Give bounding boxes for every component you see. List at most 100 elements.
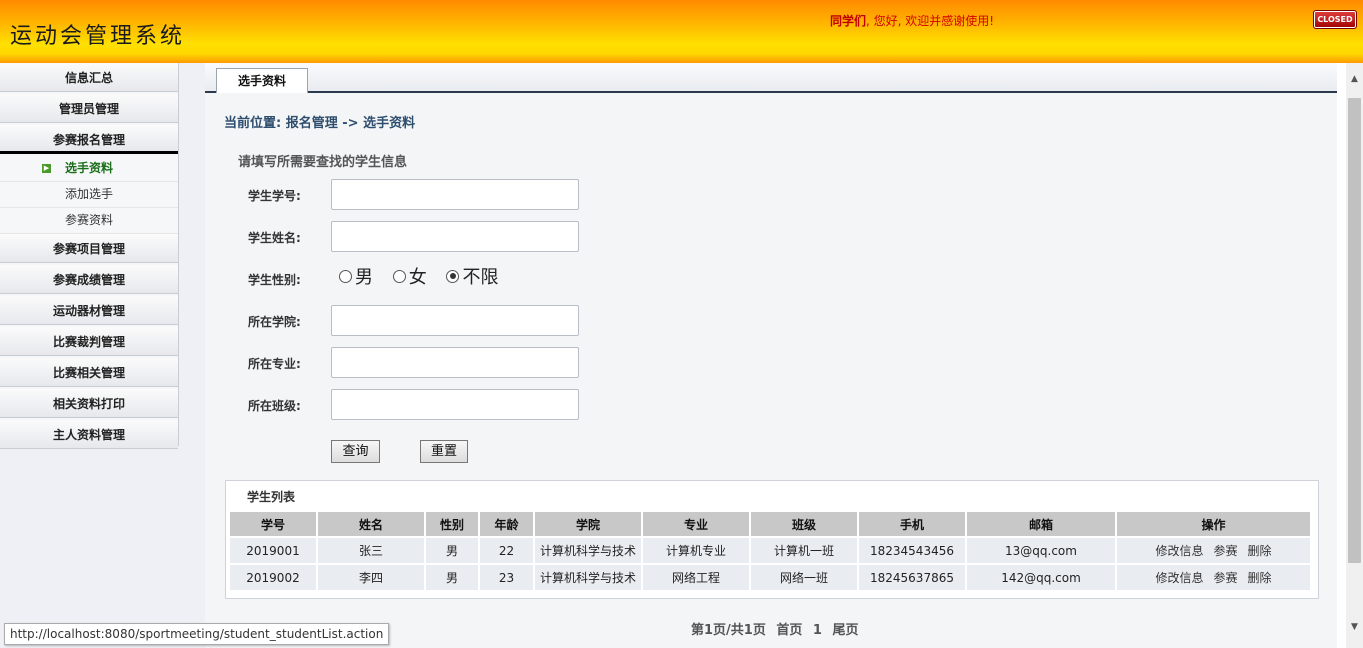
student-name-label: 学生姓名: xyxy=(248,231,301,245)
main-content: 当前位置: 报名管理 -> 选手资料 请填写所需要查找的学生信息 学生学号: 学… xyxy=(205,93,1337,648)
major-input[interactable] xyxy=(331,347,579,378)
sidebar-item-owner-profile[interactable]: 主人资料管理 xyxy=(0,420,178,449)
scroll-up-icon[interactable]: ▲ xyxy=(1346,71,1363,88)
edit-info-link[interactable]: 修改信息 xyxy=(1155,571,1203,585)
column-header: 操作 xyxy=(1117,512,1310,536)
cell-class: 计算机一班 xyxy=(751,538,857,563)
close-button[interactable]: CLOSED xyxy=(1313,10,1357,29)
cell-student-id: 2019002 xyxy=(230,565,316,590)
table-row: 2019001 张三 男 22 计算机科学与技术 计算机专业 计算机一班 182… xyxy=(230,538,1310,563)
student-list-panel: 学生列表 学号 姓名 性别 年龄 学院 专业 班级 手机 邮箱 操作 20190… xyxy=(225,480,1319,599)
sidebar-item-referee-management[interactable]: 比赛裁判管理 xyxy=(0,327,178,356)
cell-email: 13@qq.com xyxy=(967,538,1115,563)
gender-option-label: 男 xyxy=(355,267,373,288)
class-label: 所在班级: xyxy=(248,399,301,413)
radio-icon xyxy=(392,269,406,283)
sidebar-subitem-add-athlete[interactable]: 添加选手 xyxy=(0,182,178,208)
sidebar-item-results-management[interactable]: 参赛成绩管理 xyxy=(0,265,178,294)
gender-option-label: 女 xyxy=(408,267,427,288)
student-name-input[interactable] xyxy=(331,221,579,252)
cell-age: 23 xyxy=(480,565,533,590)
reset-button[interactable]: 重置 xyxy=(420,440,468,463)
student-list-title: 学生列表 xyxy=(247,490,296,504)
breadcrumb: 当前位置: 报名管理 -> 选手资料 xyxy=(224,116,416,131)
sidebar-subitem-entry-info[interactable]: 参赛资料 xyxy=(0,208,178,234)
column-header: 班级 xyxy=(751,512,857,536)
edit-info-link[interactable]: 修改信息 xyxy=(1155,544,1203,558)
college-input[interactable] xyxy=(331,305,579,336)
cell-phone: 18245637865 xyxy=(859,565,965,590)
arrow-right-icon: ▶ xyxy=(42,164,51,173)
sidebar-item-registration-management[interactable]: 参赛报名管理 xyxy=(0,125,178,154)
welcome-text: , 您好, 欢迎并感谢使用! xyxy=(866,14,995,28)
enroll-link[interactable]: 参赛 xyxy=(1213,544,1237,558)
tab-athlete-profile[interactable]: 选手资料 xyxy=(216,68,308,93)
pagination: 第1页/共1页 首页 1 尾页 xyxy=(691,619,865,638)
student-table: 学号 姓名 性别 年龄 学院 专业 班级 手机 邮箱 操作 2019001 张三… xyxy=(228,510,1312,592)
cell-gender: 男 xyxy=(426,565,478,590)
vertical-scrollbar[interactable]: ▲ ▼ xyxy=(1346,63,1363,648)
cell-major: 网络工程 xyxy=(643,565,749,590)
column-header: 学院 xyxy=(535,512,641,536)
column-header: 姓名 xyxy=(318,512,424,536)
sidebar-item-event-management[interactable]: 参赛项目管理 xyxy=(0,234,178,263)
column-header: 性别 xyxy=(426,512,478,536)
first-page-link[interactable]: 首页 xyxy=(776,623,802,638)
class-input[interactable] xyxy=(331,389,579,420)
app-header: 运动会管理系统 同学们, 您好, 欢迎并感谢使用! CLOSED xyxy=(0,0,1363,63)
sidebar-item-info-summary[interactable]: 信息汇总 xyxy=(0,63,178,92)
sidebar-item-print-materials[interactable]: 相关资料打印 xyxy=(0,389,178,418)
cell-student-id: 2019001 xyxy=(230,538,316,563)
column-header: 年龄 xyxy=(480,512,533,536)
scroll-down-icon[interactable]: ▼ xyxy=(1346,619,1363,636)
column-header: 专业 xyxy=(643,512,749,536)
status-url-tooltip: http://localhost:8080/sportmeeting/stude… xyxy=(4,623,390,645)
query-button[interactable]: 查询 xyxy=(331,440,380,463)
sidebar-item-match-management[interactable]: 比赛相关管理 xyxy=(0,358,178,387)
sidebar-subitem-athlete-profile[interactable]: ▶ 选手资料 xyxy=(0,156,178,182)
cell-name: 李四 xyxy=(318,565,424,590)
sidebar-item-admin-management[interactable]: 管理员管理 xyxy=(0,94,178,123)
cell-operations: 修改信息 参赛 删除 xyxy=(1117,565,1310,590)
cell-operations: 修改信息 参赛 删除 xyxy=(1117,538,1310,563)
student-id-input[interactable] xyxy=(331,179,579,210)
cell-class: 网络一班 xyxy=(751,565,857,590)
column-header: 邮箱 xyxy=(967,512,1115,536)
gender-option-female[interactable]: 女 xyxy=(392,263,427,289)
current-page-link[interactable]: 1 xyxy=(813,623,822,638)
gender-option-label: 不限 xyxy=(462,267,499,288)
major-label: 所在专业: xyxy=(248,357,301,371)
sidebar-subitem-label: 选手资料 xyxy=(64,161,113,175)
cell-phone: 18234543456 xyxy=(859,538,965,563)
search-form-caption: 请填写所需要查找的学生信息 xyxy=(238,155,408,170)
table-header-row: 学号 姓名 性别 年龄 学院 专业 班级 手机 邮箱 操作 xyxy=(230,512,1310,536)
cell-gender: 男 xyxy=(426,538,478,563)
enroll-link[interactable]: 参赛 xyxy=(1213,571,1237,585)
cell-age: 22 xyxy=(480,538,533,563)
page-info: 第1页/共1页 xyxy=(691,623,766,638)
tab-bar: 选手资料 xyxy=(205,63,1337,93)
table-row: 2019002 李四 男 23 计算机科学与技术 网络工程 网络一班 18245… xyxy=(230,565,1310,590)
app-title: 运动会管理系统 xyxy=(10,24,186,49)
sidebar-menu: 信息汇总 管理员管理 参赛报名管理 ▶ 选手资料 添加选手 参赛资料 参赛项目管… xyxy=(0,63,179,449)
last-page-link[interactable]: 尾页 xyxy=(833,623,859,638)
gender-option-male[interactable]: 男 xyxy=(339,263,373,289)
radio-selected-icon xyxy=(446,269,460,283)
gender-radio-group: 男 女 不限 xyxy=(339,263,512,289)
delete-link[interactable]: 删除 xyxy=(1248,544,1272,558)
column-header: 学号 xyxy=(230,512,316,536)
delete-link[interactable]: 删除 xyxy=(1248,571,1272,585)
cell-college: 计算机科学与技术 xyxy=(535,538,641,563)
cell-major: 计算机专业 xyxy=(643,538,749,563)
student-id-label: 学生学号: xyxy=(248,189,301,203)
cell-name: 张三 xyxy=(318,538,424,563)
gender-label: 学生性别: xyxy=(248,273,301,287)
cell-email: 142@qq.com xyxy=(967,565,1115,590)
sidebar-item-equipment-management[interactable]: 运动器材管理 xyxy=(0,296,178,325)
college-label: 所在学院: xyxy=(248,315,301,329)
welcome-message: 同学们, 您好, 欢迎并感谢使用! xyxy=(830,12,994,29)
radio-icon xyxy=(339,269,352,283)
gender-option-any[interactable]: 不限 xyxy=(446,263,498,289)
scroll-thumb[interactable] xyxy=(1348,98,1361,563)
welcome-name: 同学们 xyxy=(830,14,867,28)
